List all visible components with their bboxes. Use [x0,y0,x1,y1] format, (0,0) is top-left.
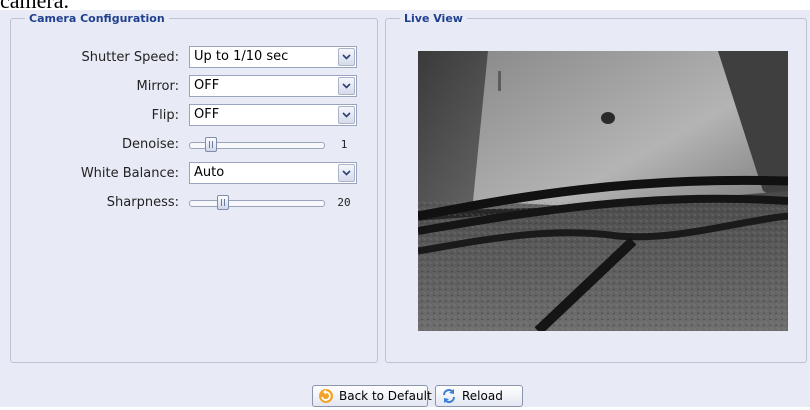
camera-configuration-title: Camera Configuration [29,12,165,25]
slider-track[interactable] [189,200,325,207]
live-view-group: Live View [385,12,807,363]
chevron-down-icon[interactable] [338,106,355,124]
denoise-label: Denoise: [122,137,179,152]
denoise-slider[interactable] [189,133,325,157]
denoise-value: 1 [340,138,348,151]
live-view-title: Live View [404,12,463,25]
mirror-value: OFF [194,78,220,93]
white-balance-value: Auto [194,165,225,180]
shutter-speed-select[interactable]: Up to 1/10 sec [189,46,357,68]
camera-configuration-group: Camera Configuration Shutter Speed: Up t… [10,12,378,363]
back-to-default-label: Back to Default [339,389,432,403]
white-balance-label: White Balance: [80,166,179,181]
slider-thumb[interactable] [205,137,217,152]
shutter-speed-value: Up to 1/10 sec [194,49,289,64]
sharpness-slider[interactable] [189,191,325,215]
reload-button[interactable]: Reload [435,385,523,407]
shutter-speed-label: Shutter Speed: [81,50,179,65]
flip-label: Flip: [151,108,179,123]
sharpness-label: Sharpness: [106,195,179,210]
flip-select[interactable]: OFF [189,104,357,126]
chevron-down-icon[interactable] [338,48,355,66]
back-to-default-button[interactable]: Back to Default [312,385,432,407]
sharpness-value: 20 [337,196,351,209]
chevron-down-icon[interactable] [338,164,355,182]
flip-value: OFF [194,107,220,122]
reload-label: Reload [462,389,503,403]
mirror-label: Mirror: [136,79,179,94]
live-video-feed [418,51,788,331]
chevron-down-icon[interactable] [338,77,355,95]
slider-thumb[interactable] [217,195,229,210]
camera-frame-image [418,51,788,331]
white-balance-select[interactable]: Auto [189,162,357,184]
mirror-select[interactable]: OFF [189,75,357,97]
